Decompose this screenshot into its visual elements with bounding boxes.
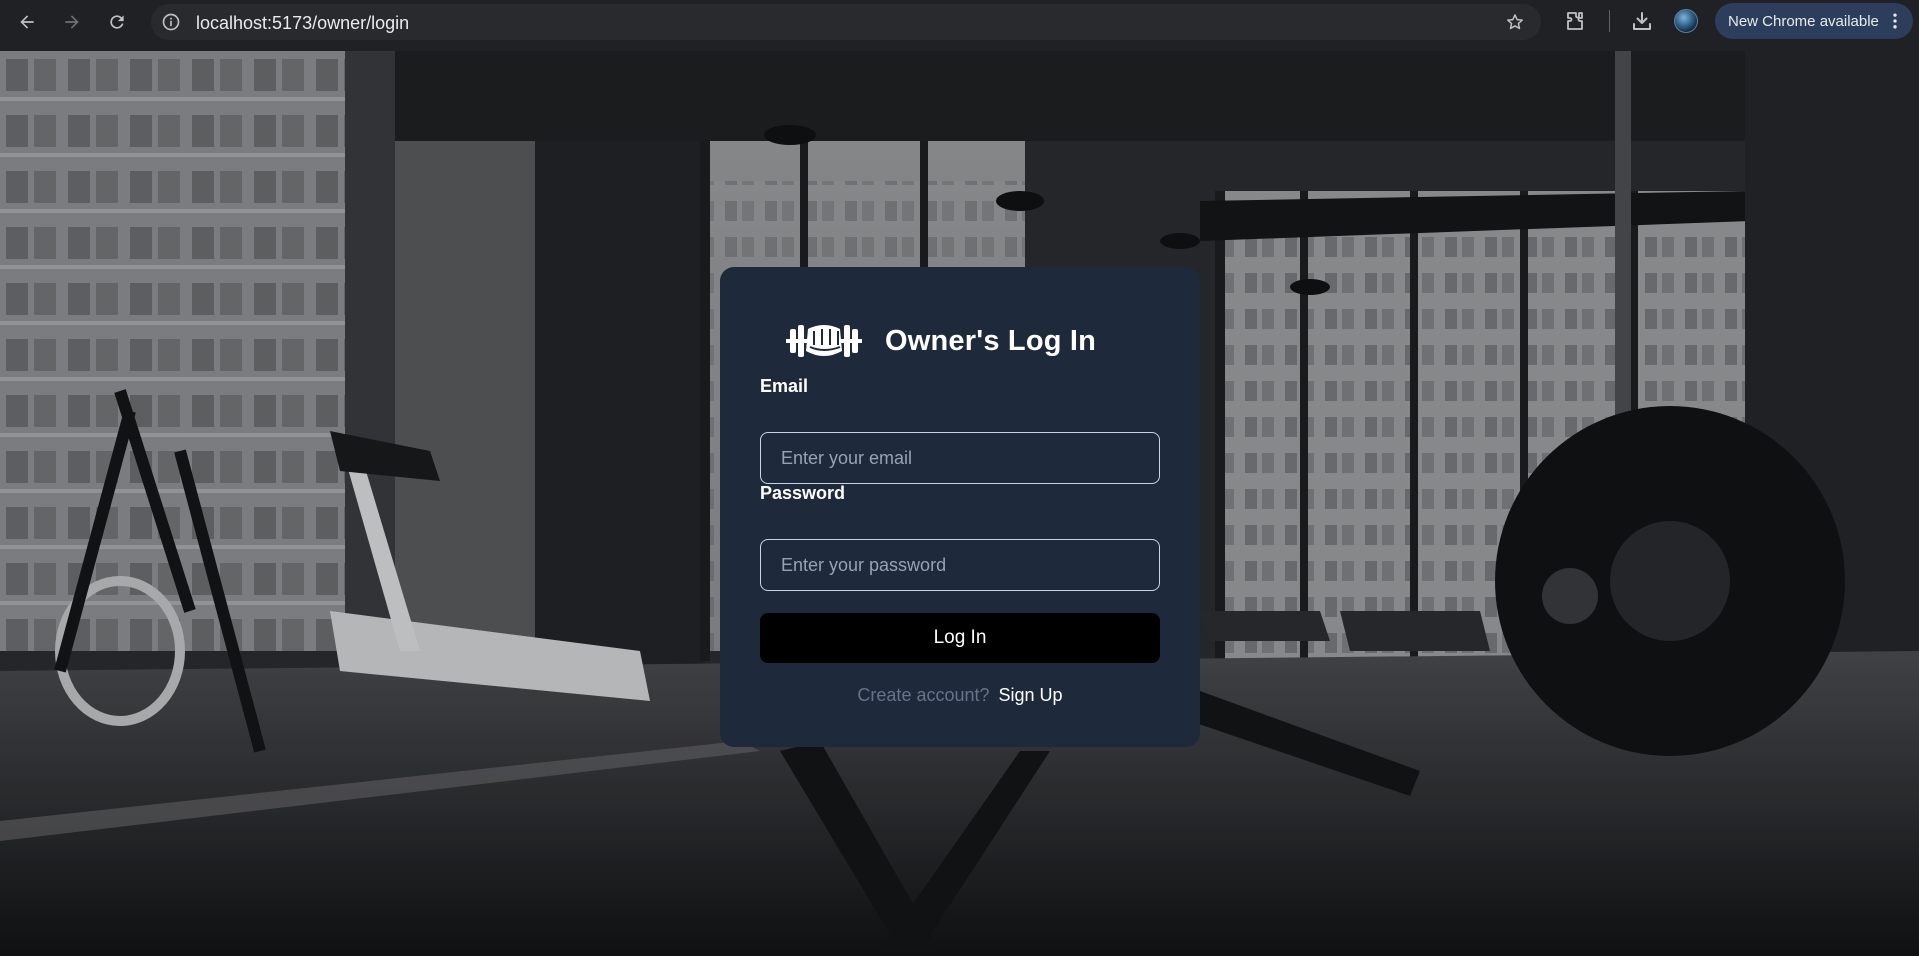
kebab-menu-icon[interactable]	[1885, 11, 1905, 31]
back-button[interactable]	[11, 6, 43, 38]
url-text[interactable]: localhost:5173/owner/login	[196, 13, 409, 34]
arrow-left-icon	[20, 15, 34, 29]
info-icon[interactable]	[161, 12, 181, 32]
signup-prompt: Create account?	[857, 685, 990, 705]
chrome-update-button[interactable]: New Chrome available	[1715, 3, 1913, 39]
address-bar[interactable]: localhost:5173/owner/login	[151, 4, 1541, 40]
card-header: Owner's Log In	[720, 317, 1200, 367]
forward-button[interactable]	[56, 6, 88, 38]
puzzle-icon[interactable]	[1563, 9, 1587, 33]
login-card: Owner's Log In Email Password Log In Cre…	[720, 267, 1200, 747]
browser-toolbar: localhost:5173/owner/login New Chrome av…	[0, 0, 1919, 51]
reload-button[interactable]	[101, 6, 133, 38]
arrow-right-icon	[65, 15, 79, 29]
signup-link[interactable]: Sign Up	[999, 685, 1063, 705]
toolbar-separator	[1609, 10, 1610, 32]
email-field[interactable]	[760, 432, 1160, 484]
reload-icon	[110, 15, 124, 29]
star-icon[interactable]	[1505, 12, 1525, 32]
password-field[interactable]	[760, 539, 1160, 591]
password-label: Password	[760, 483, 846, 503]
signup-row: Create account? Sign Up	[720, 685, 1200, 706]
page-title: Owner's Log In	[885, 325, 1097, 357]
download-icon[interactable]	[1630, 9, 1654, 33]
email-label: Email	[760, 376, 809, 396]
login-button[interactable]: Log In	[760, 613, 1160, 663]
profile-avatar[interactable]	[1674, 9, 1698, 33]
page-viewport: Owner's Log In Email Password Log In Cre…	[0, 51, 1919, 956]
update-label: New Chrome available	[1728, 13, 1879, 30]
fist-dumbbell-logo	[786, 325, 862, 357]
